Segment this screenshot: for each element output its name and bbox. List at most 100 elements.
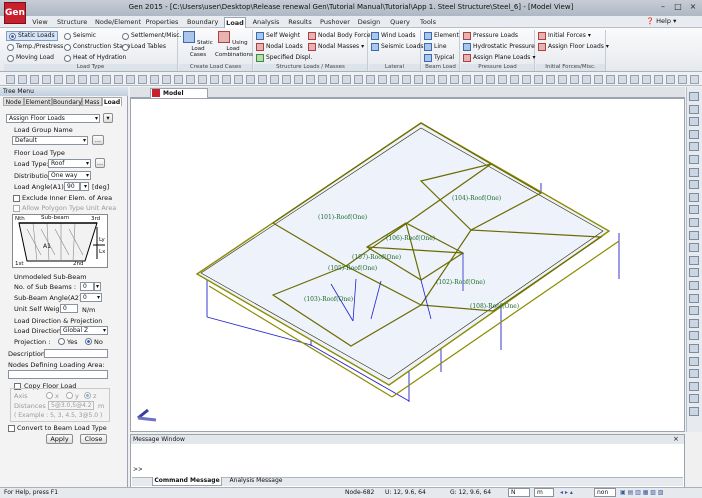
toolbar-icon[interactable] (354, 75, 363, 84)
tab-properties[interactable]: Properties (145, 17, 179, 28)
temp-prestress-option[interactable]: Temp./Prestress (7, 42, 63, 52)
view-tool-icon[interactable] (689, 318, 699, 328)
assign-plane-loads-button[interactable]: Assign Plane Loads ▾ (463, 53, 535, 63)
pressure-loads-button[interactable]: Pressure Loads (463, 31, 518, 41)
command-message-tab[interactable]: Command Message (152, 477, 222, 486)
toolbar-icon[interactable] (342, 75, 351, 84)
moving-load-option[interactable]: Moving Load (7, 53, 54, 63)
view-tool-icon[interactable] (689, 117, 699, 127)
sub-beam-angle-select[interactable]: 0 (80, 293, 102, 302)
toolbar-icon[interactable] (546, 75, 555, 84)
toolbar-icon[interactable] (282, 75, 291, 84)
tree-tab-node[interactable]: Node (3, 97, 24, 106)
view-tool-icon[interactable] (689, 155, 699, 164)
tree-tab-mass[interactable]: Mass (82, 97, 102, 106)
load-combinations-button[interactable]: Using Load Combinations (215, 31, 253, 58)
apply-button[interactable]: Apply (46, 434, 73, 444)
load-angle-dropdown[interactable] (80, 182, 89, 191)
close-button[interactable]: Close (80, 434, 107, 444)
toolbar-icon[interactable] (510, 75, 519, 84)
toolbar-icon[interactable] (522, 75, 531, 84)
seismic-loads-button[interactable]: Seismic Loads (371, 42, 424, 52)
model-viewport[interactable]: (101)-Roof(One) (104)-Roof(One) (106)-Roof… (130, 98, 685, 432)
description-input[interactable] (44, 349, 108, 358)
toolbar-icon[interactable] (138, 75, 147, 84)
toolbar-icon[interactable] (174, 75, 183, 84)
view-tool-icon[interactable] (689, 369, 699, 379)
command-select[interactable]: Assign Floor Loads (6, 114, 100, 123)
command-input[interactable] (142, 464, 672, 473)
initial-forces-button[interactable]: Initial Forces ▾ (538, 31, 591, 41)
toolbar-icon[interactable] (246, 75, 255, 84)
view-tool-icon[interactable] (689, 306, 699, 316)
force-unit-select[interactable]: N (508, 488, 530, 497)
toolbar-icon[interactable] (66, 75, 75, 84)
axis-x-radio[interactable] (46, 392, 53, 399)
toolbar-icon[interactable] (534, 75, 543, 84)
tab-design[interactable]: Design (357, 17, 381, 28)
toolbar-icon[interactable] (102, 75, 111, 84)
view-tool-icon[interactable] (689, 92, 699, 101)
view-tool-icon[interactable] (689, 268, 699, 278)
toolbar-icon[interactable] (558, 75, 567, 84)
toolbar-icon[interactable] (198, 75, 207, 84)
tab-tools[interactable]: Tools (418, 17, 438, 28)
allow-polygon-checkbox[interactable] (13, 205, 20, 212)
nodal-body-force-button[interactable]: Nodal Body Force (308, 31, 371, 41)
static-loads-option[interactable]: Static Loads (6, 31, 58, 41)
nodal-loads-button[interactable]: Nodal Loads (256, 42, 303, 52)
tab-query[interactable]: Query (389, 17, 411, 28)
typical-beam-load-button[interactable]: Typical (424, 53, 454, 63)
toolbar-icon[interactable] (642, 75, 651, 84)
view-tool-icon[interactable] (689, 142, 699, 152)
distribution-select[interactable]: One way (48, 171, 91, 180)
load-group-more-button[interactable]: ... (92, 135, 104, 145)
wind-loads-button[interactable]: Wind Loads (371, 31, 416, 41)
load-angle-input[interactable]: 90 (64, 182, 80, 191)
close-icon[interactable]: × (686, 2, 700, 13)
toolbar-icon[interactable] (90, 75, 99, 84)
toolbar-icon[interactable] (498, 75, 507, 84)
view-tool-icon[interactable] (689, 293, 699, 303)
nodal-masses-button[interactable]: Nodal Masses ▾ (308, 42, 364, 52)
no-sub-beams-spinner[interactable] (94, 282, 101, 291)
view-tool-icon[interactable] (689, 381, 699, 391)
view-tool-icon[interactable] (689, 394, 699, 404)
load-type-more-button[interactable]: ... (95, 158, 105, 168)
toolbar-icon[interactable] (690, 75, 699, 84)
toolbar-icon[interactable] (630, 75, 639, 84)
view-tool-icon[interactable] (689, 192, 699, 202)
tree-tab-load[interactable]: Load (102, 97, 122, 106)
toolbar-icon[interactable] (462, 75, 471, 84)
toolbar-icon[interactable] (414, 75, 423, 84)
view-tool-icon[interactable] (689, 356, 699, 366)
toolbar-icon[interactable] (678, 75, 687, 84)
command-extra-button[interactable]: ▾ (103, 113, 113, 123)
load-type-select[interactable]: Roof (48, 159, 91, 168)
load-group-select[interactable]: Default (12, 136, 88, 145)
toolbar-icon[interactable] (258, 75, 267, 84)
toolbar-icon[interactable] (474, 75, 483, 84)
line-beam-load-button[interactable]: Line (424, 42, 447, 52)
analysis-message-tab[interactable]: Analysis Message (225, 477, 287, 486)
view-tool-icon[interactable] (689, 331, 699, 341)
hydrostatic-pressure-button[interactable]: Hydrostatic Pressure (463, 42, 535, 52)
tree-tab-element[interactable]: Element (24, 97, 52, 106)
seismic-option[interactable]: Seismic (64, 31, 96, 41)
view-tool-icon[interactable] (689, 344, 699, 353)
help-menu[interactable]: ❓ Help ▾ (646, 17, 676, 25)
message-close-icon[interactable]: × (673, 435, 679, 443)
toolbar-icon[interactable] (654, 75, 663, 84)
construction-stage-option[interactable]: Construction Stage (64, 42, 130, 52)
toolbar-icon[interactable] (366, 75, 375, 84)
distances-input[interactable]: 5@3.0,5@4.2 (48, 401, 94, 410)
unit-self-weight-input[interactable]: 0 (60, 304, 78, 313)
toolbar-icon[interactable] (126, 75, 135, 84)
no-sub-beams-input[interactable]: 0 (80, 282, 94, 291)
toolbar-icon[interactable] (438, 75, 447, 84)
settlement-misc-option[interactable]: Settlement/Misc. (122, 31, 181, 41)
tab-pushover[interactable]: Pushover (320, 17, 350, 28)
element-beam-load-button[interactable]: Element (424, 31, 459, 41)
view-tool-icon[interactable] (689, 180, 699, 190)
toolbar-icon[interactable] (294, 75, 303, 84)
